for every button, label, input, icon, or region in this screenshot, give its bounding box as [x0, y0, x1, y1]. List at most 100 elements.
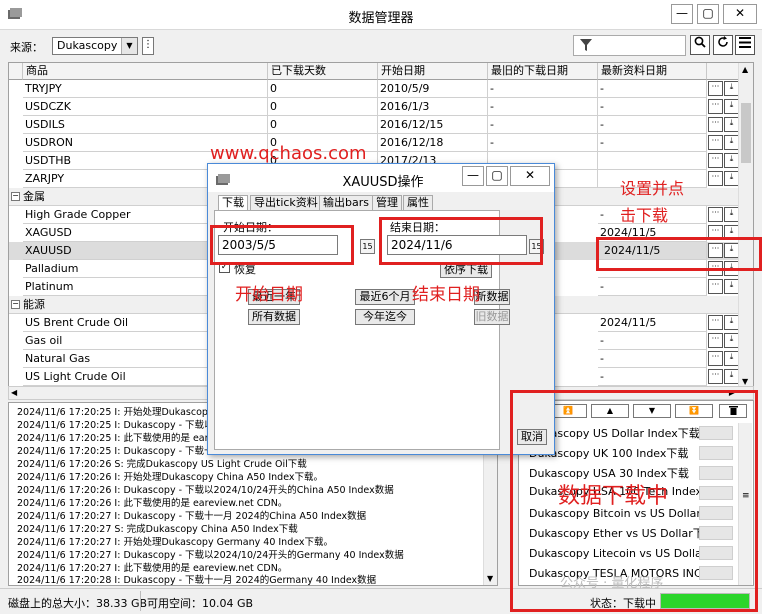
- oldest-cell: -: [488, 98, 598, 116]
- minimize-button[interactable]: —: [671, 4, 693, 24]
- scroll-down-icon[interactable]: ▼: [742, 377, 748, 386]
- collapse-icon[interactable]: −: [11, 300, 20, 309]
- maximize-button[interactable]: ▢: [697, 4, 719, 24]
- source-label: 来源：: [10, 41, 43, 54]
- all-data-button[interactable]: 所有数据: [248, 309, 300, 325]
- scroll-up-icon[interactable]: ▲: [742, 65, 748, 74]
- year-to-date-button[interactable]: 今年迄今: [355, 309, 415, 325]
- row-download-button[interactable]: ⤓: [724, 369, 739, 384]
- col-header-start[interactable]: 开始日期: [378, 63, 488, 80]
- group-label: 金属: [23, 190, 45, 203]
- menu-button[interactable]: [735, 35, 755, 55]
- dialog-title-bar: XAUUSD操作 — ▢ ✕: [208, 164, 554, 192]
- row-menu-button[interactable]: ···: [708, 135, 723, 150]
- row-menu-button[interactable]: ···: [708, 153, 723, 168]
- row-menu-button[interactable]: ···: [708, 315, 723, 330]
- row-download-button[interactable]: ⤓: [724, 99, 739, 114]
- refresh-button[interactable]: [713, 35, 733, 55]
- latest-cell: [598, 152, 707, 170]
- latest-cell: -: [598, 80, 707, 98]
- source-options-button[interactable]: ⋮: [142, 37, 154, 55]
- col-header-latest[interactable]: 最新资料日期: [598, 63, 707, 80]
- start-cell: 2016/1/3: [378, 98, 488, 116]
- hamburger-icon: [739, 37, 751, 48]
- status-divider: [140, 591, 141, 611]
- close-button[interactable]: ✕: [723, 4, 757, 24]
- row-menu-button[interactable]: ···: [708, 351, 723, 366]
- xauusd-dialog: XAUUSD操作 — ▢ ✕ 下载 导出tick资料 输出bars 管理 属性 …: [207, 163, 555, 455]
- table-row[interactable]: TRYJPY 0 2010/5/9 - - ··· ⤓: [9, 80, 739, 98]
- source-select[interactable]: Dukascopy ▼: [52, 37, 138, 55]
- scroll-down-icon[interactable]: ▼: [487, 574, 493, 583]
- oldest-cell: -: [488, 80, 598, 98]
- scroll-left-icon[interactable]: ◀: [11, 388, 17, 397]
- start-cell: 2016/12/15: [378, 116, 488, 134]
- log-line: 2024/11/6 17:20:26 I: 开始处理Dukascopy Chin…: [17, 472, 324, 483]
- tab-download[interactable]: 下载: [218, 195, 248, 211]
- filter-input[interactable]: [573, 35, 686, 56]
- row-download-button[interactable]: ⤓: [724, 171, 739, 186]
- chevron-down-icon: ▼: [121, 38, 137, 54]
- latest-cell: -: [598, 332, 707, 350]
- row-menu-button[interactable]: ···: [708, 369, 723, 384]
- row-download-button[interactable]: ⤓: [724, 135, 739, 150]
- row-menu-button[interactable]: ···: [708, 117, 723, 132]
- latest-cell: -: [598, 134, 707, 152]
- table-row[interactable]: USDCZK 0 2016/1/3 - - ··· ⤓: [9, 98, 739, 116]
- row-download-button[interactable]: ⤓: [724, 351, 739, 366]
- row-download-button[interactable]: ⤓: [724, 279, 739, 294]
- symbol-cell: USDCZK: [23, 98, 268, 116]
- row-menu-button[interactable]: ···: [708, 279, 723, 294]
- row-menu-button[interactable]: ···: [708, 171, 723, 186]
- col-header-days[interactable]: 已下载天数: [268, 63, 378, 80]
- title-bar: 数据管理器 — ▢ ✕: [0, 0, 762, 30]
- row-download-button[interactable]: ⤓: [724, 333, 739, 348]
- log-line: 2024/11/6 17:20:27 I: 此下载使用的是 eareview.n…: [17, 563, 288, 574]
- row-menu-button[interactable]: ···: [708, 81, 723, 96]
- row-menu-button[interactable]: ···: [708, 207, 723, 222]
- table-row[interactable]: USDILS 0 2016/12/15 - - ··· ⤓: [9, 116, 739, 134]
- search-button[interactable]: [690, 35, 710, 55]
- log-line: 2024/11/6 17:20:26 I: Dukascopy - 下载以202…: [17, 485, 394, 496]
- refresh-icon: [718, 36, 728, 47]
- annotation-set-click-2: 击下载: [620, 206, 669, 225]
- wechat-watermark: 公众号 · 量化程序: [560, 576, 664, 591]
- dialog-close-button[interactable]: ✕: [510, 166, 550, 186]
- annotation-start-date: 开始日期: [235, 285, 303, 305]
- scroll-thumb[interactable]: [741, 103, 751, 163]
- disk-size: 磁盘上的总大小：38.33 GB: [8, 597, 148, 610]
- oldest-cell: -: [488, 134, 598, 152]
- tab-export-tick[interactable]: 导出tick资料: [250, 195, 322, 211]
- calendar-icon[interactable]: 15: [360, 239, 375, 254]
- row-menu-button[interactable]: ···: [708, 333, 723, 348]
- tab-manage[interactable]: 管理: [372, 195, 402, 211]
- latest-cell: -: [598, 116, 707, 134]
- tab-properties[interactable]: 属性: [403, 195, 433, 211]
- log-line: 2024/11/6 17:20:27 I: 开始处理Dukascopy Germ…: [17, 537, 334, 548]
- row-download-button[interactable]: ⤓: [724, 315, 739, 330]
- col-header-symbol[interactable]: 商品: [23, 63, 268, 80]
- annotation-end-date: 结束日期: [412, 285, 480, 305]
- row-download-button[interactable]: ⤓: [724, 207, 739, 222]
- row-download-button[interactable]: ⤓: [724, 81, 739, 96]
- collapse-icon[interactable]: −: [11, 192, 20, 201]
- last-6-months-button[interactable]: 最近6个月: [355, 289, 415, 305]
- log-line: 2024/11/6 17:20:28 I: Dukascopy - 下载十一月 …: [17, 575, 377, 586]
- row-download-button[interactable]: ⤓: [724, 117, 739, 132]
- col-header-actions: [707, 63, 741, 80]
- col-header-oldest[interactable]: 最旧的下载日期: [488, 63, 598, 80]
- row-download-button[interactable]: ⤓: [724, 153, 739, 168]
- dialog-maximize-button[interactable]: ▢: [486, 166, 508, 186]
- window-title: 数据管理器: [348, 11, 414, 26]
- tab-output-bars[interactable]: 输出bars: [319, 195, 373, 211]
- table-row[interactable]: USDRON 0 2016/12/18 - - ··· ⤓: [9, 134, 739, 152]
- old-data-button[interactable]: 旧数据: [474, 309, 510, 325]
- watermark-url: www.qchaos.com: [210, 143, 367, 164]
- grid-vertical-scrollbar[interactable]: ▲ ▼: [738, 63, 753, 386]
- log-line: 2024/11/6 17:20:25 I: Dukascopy - 下载十一: [17, 446, 224, 457]
- row-menu-button[interactable]: ···: [708, 99, 723, 114]
- dialog-minimize-button[interactable]: —: [462, 166, 484, 186]
- latest-cell: -: [598, 350, 707, 368]
- start-cell: 2010/5/9: [378, 80, 488, 98]
- start-cell: 2016/12/18: [378, 134, 488, 152]
